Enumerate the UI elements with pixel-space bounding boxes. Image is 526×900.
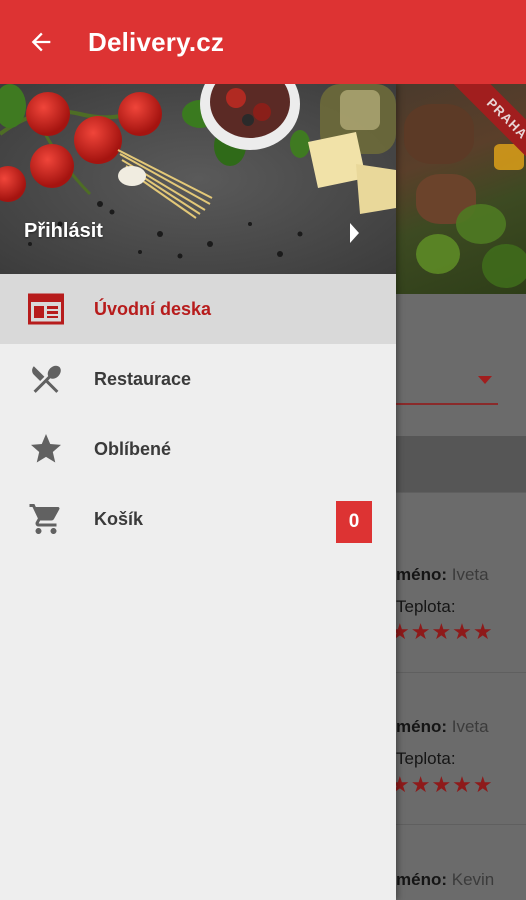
login-label[interactable]: Přihlásit — [24, 220, 103, 243]
dashboard-icon — [0, 293, 94, 325]
divider — [396, 492, 526, 493]
review-rating-label: Teplota: — [396, 749, 456, 768]
menu-item-label: Restaurace — [94, 368, 192, 389]
arrow-back-icon — [31, 32, 51, 52]
back-button[interactable] — [16, 17, 66, 67]
drawer-header[interactable]: Přihlásit — [0, 84, 396, 274]
menu-item-label: Oblíbené — [94, 438, 172, 459]
rating-stars: ★★★★★ — [390, 772, 494, 797]
review-rating-label: Teplota: — [396, 597, 456, 616]
app-bar: Delivery.cz — [0, 0, 526, 84]
drawer-menu: Úvodní deska Restaurace Oblíbené Košík 0 — [0, 274, 396, 554]
menu-item-restaurants[interactable]: Restaurace — [0, 344, 396, 414]
navigation-drawer: Přihlásit Úvodní deska Restaurace Oblíbe… — [0, 84, 396, 900]
cart-icon — [0, 501, 94, 537]
fork-knife-icon — [0, 361, 94, 397]
cart-count-badge: 0 — [336, 501, 372, 543]
divider — [396, 672, 526, 673]
menu-item-dashboard[interactable]: Úvodní deska — [0, 274, 396, 344]
drawer-header-food-image — [0, 84, 396, 274]
dropdown-underline — [396, 403, 498, 405]
dropdown-caret-icon[interactable] — [478, 376, 492, 384]
app-title: Delivery.cz — [88, 26, 225, 57]
review-name-row: méno: Iveta — [396, 717, 489, 736]
menu-item-cart[interactable]: Košík 0 — [0, 484, 396, 554]
review-name-row: méno: Kevin — [396, 870, 495, 889]
star-icon — [0, 431, 94, 467]
menu-item-label: Úvodní deska — [94, 298, 212, 319]
review-name-row: méno: Iveta — [396, 565, 489, 584]
section-band — [396, 436, 526, 492]
rating-stars: ★★★★★ — [390, 619, 494, 644]
chevron-right-icon — [350, 223, 359, 243]
divider — [396, 824, 526, 825]
menu-item-favorites[interactable]: Oblíbené — [0, 414, 396, 484]
menu-item-label: Košík — [94, 508, 144, 529]
